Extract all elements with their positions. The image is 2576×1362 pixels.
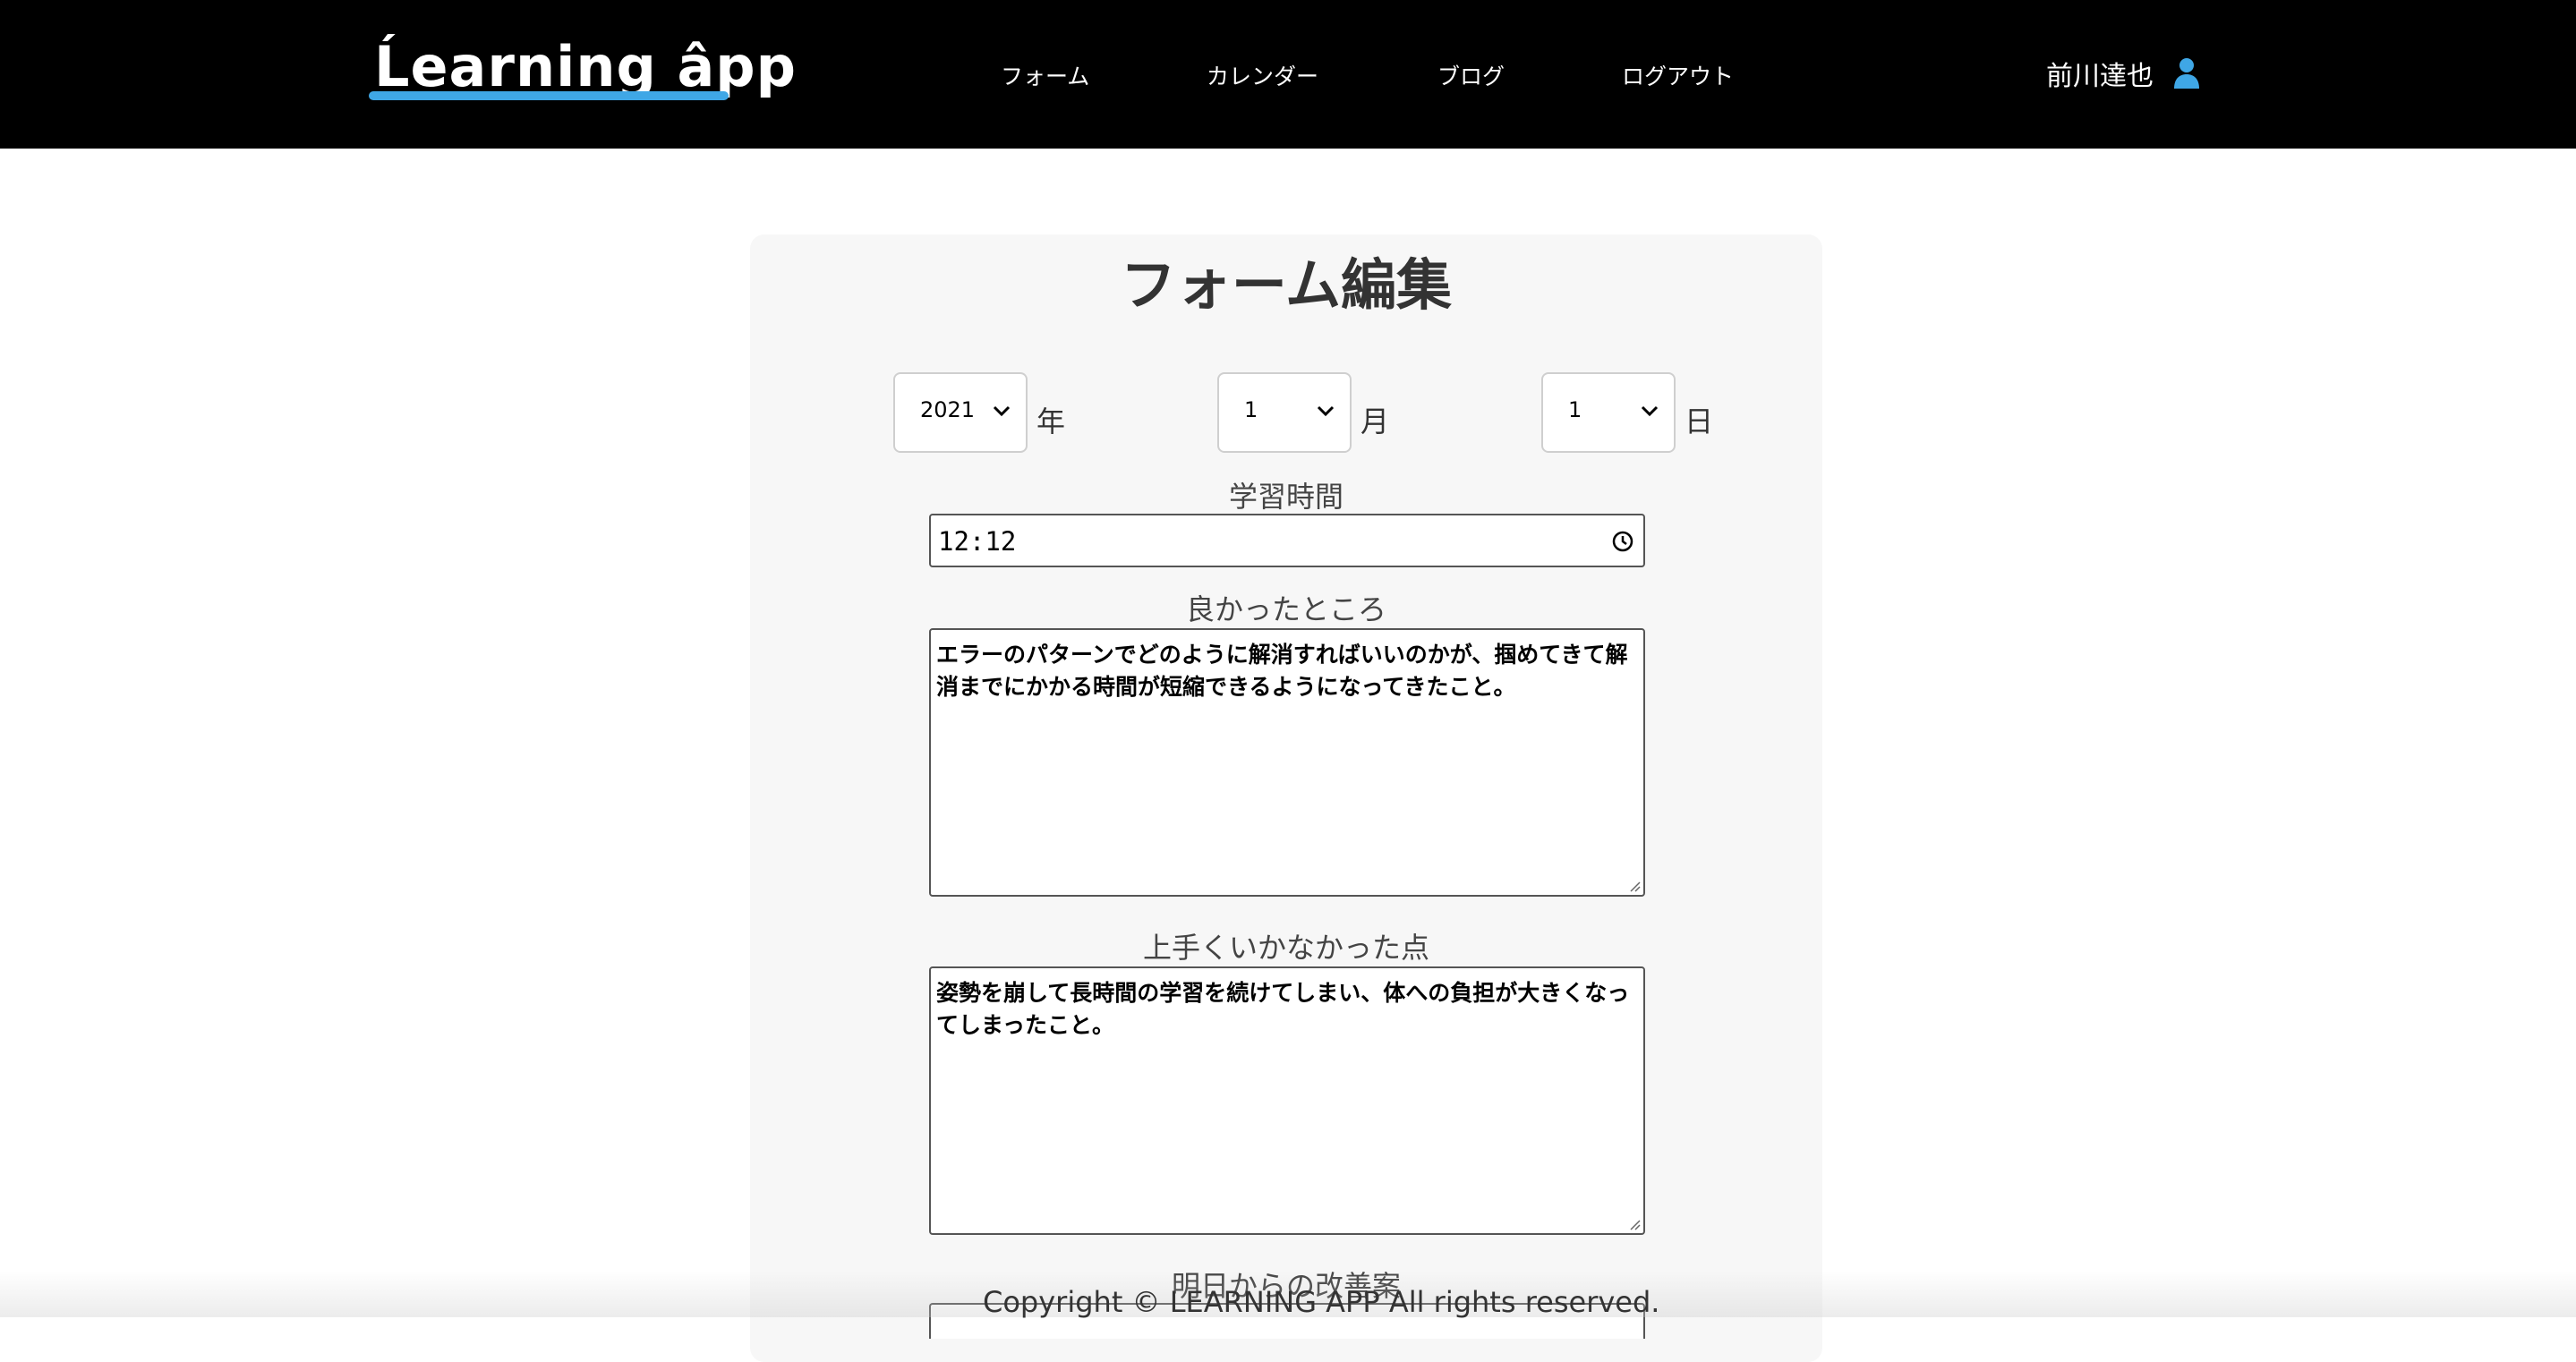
day-value: 1 [1568,397,1582,422]
study-time-value: 12:12 [938,526,1017,557]
month-value: 1 [1244,397,1258,422]
nav-blog[interactable]: ブログ [1437,59,1505,91]
chevron-down-icon [1641,405,1659,417]
day-select[interactable]: 1 [1541,372,1676,453]
resize-handle-icon[interactable] [1625,877,1642,893]
copyright: Copyright © LEARNING APP All rights rese… [983,1285,1660,1319]
resize-handle-icon[interactable] [1625,1215,1642,1231]
bad-points-textarea[interactable]: 姿勢を崩して長時間の学習を続けてしまい、体への負担が大きくなってしまったこと。 [929,966,1645,1235]
logo-underline [369,91,729,100]
chevron-down-icon [993,405,1011,417]
year-select[interactable]: 2021 [893,372,1028,453]
study-time-label: 学習時間 [1228,480,1343,514]
month-select[interactable]: 1 [1217,372,1352,453]
bad-points-text: 姿勢を崩して長時間の学習を続けてしまい、体への負担が大きくなってしまったこと。 [936,980,1630,1038]
logo[interactable]: Ĺearning âpp [374,34,797,99]
user-icon[interactable] [2173,57,2200,89]
bad-points-label: 上手くいかなかった点 [1142,931,1429,965]
year-unit: 年 [1036,404,1066,438]
good-points-text: エラーのパターンでどのように解消すればいいのかが、掴めてきて解消までにかかる時間… [936,642,1628,700]
clock-icon[interactable] [1611,530,1634,553]
year-value: 2021 [920,397,976,422]
nav-form[interactable]: フォーム [1001,59,1089,91]
month-unit: 月 [1361,404,1390,438]
day-unit: 日 [1685,404,1714,438]
study-time-input[interactable]: 12:12 [929,514,1645,567]
good-points-label: 良かったところ [1185,592,1386,626]
site-header: Ĺearning âpp フォーム カレンダー ブログ ログアウト 前川達也 [0,0,2576,149]
good-points-textarea[interactable]: エラーのパターンでどのように解消すればいいのかが、掴めてきて解消までにかかる時間… [929,628,1645,897]
page-title: フォーム編集 [1120,252,1453,318]
user-name[interactable]: 前川達也 [2046,54,2154,93]
chevron-down-icon [1317,405,1335,417]
nav-calendar[interactable]: カレンダー [1207,59,1318,91]
nav-logout[interactable]: ログアウト [1622,59,1734,91]
